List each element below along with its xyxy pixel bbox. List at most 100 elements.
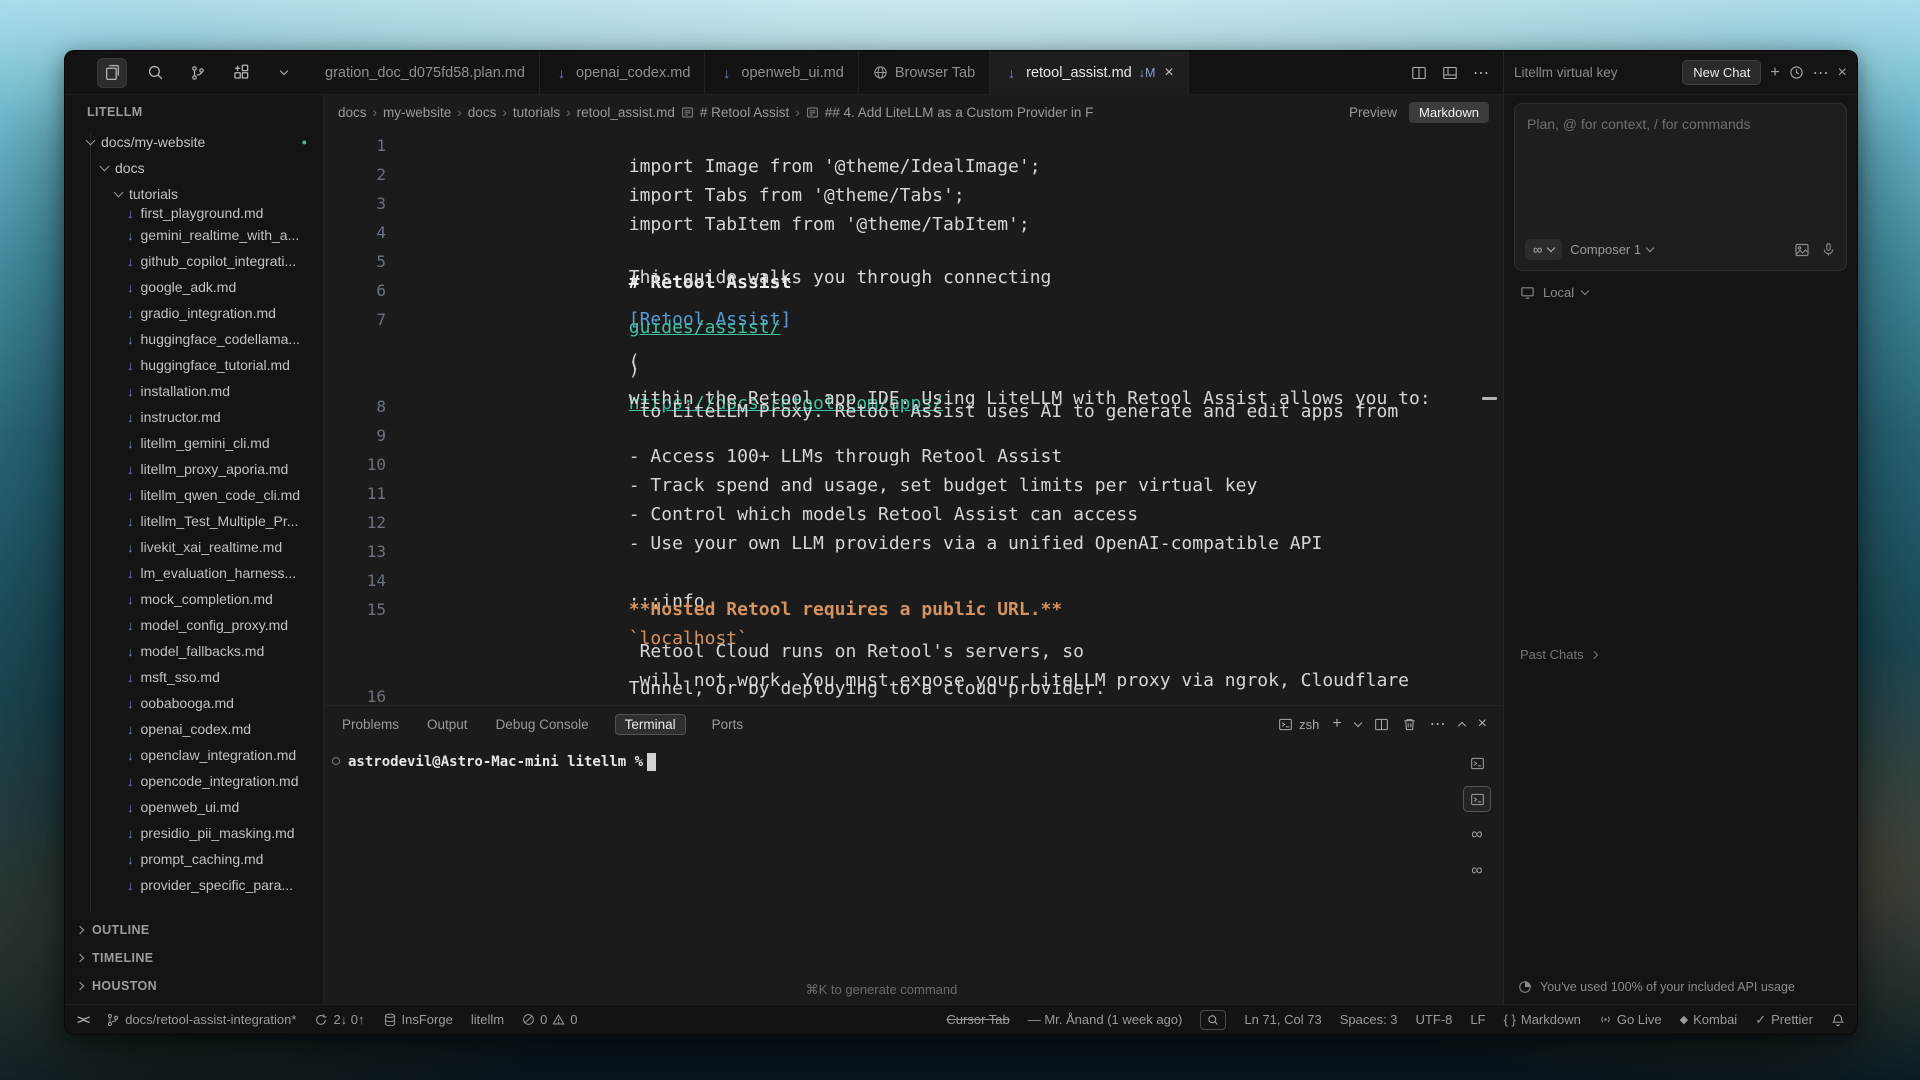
split-terminal-icon[interactable]	[1374, 717, 1389, 732]
scrollbar-marker[interactable]	[1482, 397, 1497, 400]
tree-item[interactable]: ↓ presidio_pii_masking.md	[65, 820, 323, 846]
search-toggle[interactable]	[1200, 1010, 1226, 1030]
add-chat-icon[interactable]: +	[1770, 64, 1779, 82]
agent-terminal-icon[interactable]: ∞	[1463, 822, 1491, 848]
tree-item[interactable]: ↓ tutorials	[65, 181, 323, 207]
tree-item[interactable]: ↓ livekit_xai_realtime.md	[65, 534, 323, 560]
code-editor[interactable]: 1 import Image from '@theme/IdealImage';…	[324, 129, 1503, 705]
tree-item[interactable]: ↓ prompt_caching.md	[65, 846, 323, 872]
kill-terminal-icon[interactable]	[1402, 717, 1417, 732]
local-mode-selector[interactable]: Local	[1514, 285, 1847, 300]
editor-tab[interactable]: ↓ retool_assist.md ↓M ×	[990, 51, 1189, 94]
prettier-status[interactable]: ✓ Prettier	[1755, 1012, 1813, 1028]
git-sync-status[interactable]: 2↓ 0↑	[314, 1012, 364, 1027]
panel-tab[interactable]: Ports	[710, 715, 746, 734]
tree-item[interactable]: ↓ gradio_integration.md	[65, 300, 323, 326]
more-views-chevron-icon[interactable]	[269, 58, 299, 88]
problems-status[interactable]: 0 0	[522, 1012, 577, 1027]
insforge-status[interactable]: InsForge	[383, 1012, 453, 1027]
notifications-bell-icon[interactable]	[1831, 1013, 1845, 1027]
tree-item[interactable]: ↓ gemini_realtime_with_a...	[65, 222, 323, 248]
tree-item[interactable]: ↓ google_adk.md	[65, 274, 323, 300]
composer-selector[interactable]: Composer 1	[1570, 242, 1653, 257]
go-live-button[interactable]: Go Live	[1599, 1012, 1662, 1027]
git-branch-status[interactable]: docs/retool-assist-integration*	[106, 1012, 296, 1027]
tree-item[interactable]: ↓ instructor.md	[65, 404, 323, 430]
preview-button[interactable]: Preview	[1349, 105, 1397, 120]
tree-item[interactable]: ↓ huggingface_tutorial.md	[65, 352, 323, 378]
tree-item[interactable]: ↓ first_playground.md	[65, 207, 323, 222]
indentation-status[interactable]: Spaces: 3	[1340, 1012, 1398, 1027]
tree-item[interactable]: ↓ msft_sso.md	[65, 664, 323, 690]
breadcrumb-item[interactable]: my-website ›	[383, 105, 462, 120]
explorer-icon[interactable]	[97, 58, 127, 88]
close-panel-icon[interactable]: ×	[1838, 64, 1847, 82]
sidebar-section-header[interactable]: HOUSTON	[65, 972, 323, 1000]
close-panel-icon[interactable]: ×	[1478, 715, 1487, 733]
split-editor-icon[interactable]	[1411, 65, 1427, 81]
cursor-position-status[interactable]: Ln 71, Col 73	[1244, 1012, 1321, 1027]
panel-tab[interactable]: Output	[425, 715, 470, 734]
chat-input-card[interactable]: Plan, @ for context, / for commands ∞ Co…	[1514, 103, 1847, 271]
tree-item[interactable]: ↓ openweb_ui.md	[65, 794, 323, 820]
tree-item[interactable]: ↓ provider_specific_para...	[65, 872, 323, 898]
language-mode-status[interactable]: { } Markdown	[1504, 1012, 1581, 1027]
terminal-profiles-chevron-icon[interactable]	[1353, 718, 1361, 726]
tree-item[interactable]: ↓ openai_codex.md	[65, 716, 323, 742]
chat-history-icon[interactable]	[1789, 65, 1804, 80]
panel-more-icon[interactable]: ⋯	[1430, 714, 1446, 734]
cursor-tab-toggle[interactable]: Cursor Tab	[946, 1012, 1009, 1027]
tree-item[interactable]: ↓ mock_completion.md	[65, 586, 323, 612]
tree-item[interactable]: ↓ docs/my-website ●	[65, 129, 323, 155]
terminal-instance-active-icon[interactable]	[1463, 786, 1491, 812]
chat-more-icon[interactable]: ⋯	[1813, 63, 1829, 83]
more-actions-icon[interactable]: ⋯	[1473, 63, 1489, 83]
tree-item[interactable]: ↓ litellm_Test_Multiple_Pr...	[65, 508, 323, 534]
maximize-panel-chevron-icon[interactable]	[1457, 721, 1465, 729]
tree-item[interactable]: ↓ docs	[65, 155, 323, 181]
search-icon[interactable]	[140, 58, 170, 88]
tree-item[interactable]: ↓ opencode_integration.md	[65, 768, 323, 794]
tree-item[interactable]: ↓ huggingface_codellama...	[65, 326, 323, 352]
encoding-status[interactable]: UTF-8	[1416, 1012, 1453, 1027]
eol-status[interactable]: LF	[1470, 1012, 1485, 1027]
tree-item[interactable]: ↓ oobabooga.md	[65, 690, 323, 716]
tree-item[interactable]: ↓ installation.md	[65, 378, 323, 404]
attach-image-icon[interactable]	[1794, 242, 1810, 258]
source-control-icon[interactable]	[183, 58, 213, 88]
tree-item[interactable]: ↓ lm_evaluation_harness...	[65, 560, 323, 586]
tree-item[interactable]: ↓ github_copilot_integrati...	[65, 248, 323, 274]
panel-tab[interactable]: Problems	[340, 715, 401, 734]
new-terminal-icon[interactable]: +	[1332, 715, 1341, 733]
shell-selector[interactable]: zsh	[1278, 717, 1319, 732]
editor-tab[interactable]: ↓ openai_codex.md	[540, 51, 705, 94]
tree-item[interactable]: ↓ model_fallbacks.md	[65, 638, 323, 664]
breadcrumb-symbol[interactable]: ## 4. Add LiteLLM as a Custom Provider i…	[806, 105, 1094, 120]
customize-layout-icon[interactable]	[1442, 65, 1458, 81]
tree-item[interactable]: ↓ litellm_gemini_cli.md	[65, 430, 323, 456]
breadcrumb-item[interactable]: docs ›	[468, 105, 507, 120]
terminal-viewport[interactable]: astrodevil@Astro-Mac-mini litellm % ⌘K t…	[324, 742, 1503, 1004]
extensions-icon[interactable]	[226, 58, 256, 88]
tree-item[interactable]: ↓ openclaw_integration.md	[65, 742, 323, 768]
panel-tab[interactable]: Terminal	[615, 714, 686, 735]
microphone-icon[interactable]	[1821, 242, 1836, 257]
breadcrumb-symbol[interactable]: # Retool Assist ›	[681, 105, 800, 120]
sidebar-section-header[interactable]: OUTLINE	[65, 916, 323, 944]
model-selector[interactable]: ∞	[1525, 239, 1562, 260]
workspace-title[interactable]: LITELLM	[65, 95, 323, 129]
editor-tab[interactable]: ↓ gration_doc_d075fd58.plan.md	[323, 51, 540, 94]
breadcrumb-item[interactable]: tutorials ›	[513, 105, 571, 120]
project-name-status[interactable]: litellm	[471, 1012, 504, 1027]
close-icon[interactable]: ×	[1164, 64, 1173, 82]
editor-tab[interactable]: ↓ Browser Tab	[859, 51, 990, 94]
breadcrumb-item[interactable]: docs ›	[338, 105, 377, 120]
remote-indicator[interactable]: ><	[77, 1012, 88, 1027]
tree-item[interactable]: ↓ litellm_qwen_code_cli.md	[65, 482, 323, 508]
agent-terminal-icon[interactable]: ∞	[1463, 858, 1491, 884]
editor-tab[interactable]: ↓ openweb_ui.md	[705, 51, 858, 94]
breadcrumb-item[interactable]: retool_assist.md ›	[577, 105, 675, 120]
tree-item[interactable]: ↓ litellm_proxy_aporia.md	[65, 456, 323, 482]
new-chat-button[interactable]: New Chat	[1682, 60, 1761, 85]
past-chats-toggle[interactable]: Past Chats	[1520, 647, 1597, 662]
